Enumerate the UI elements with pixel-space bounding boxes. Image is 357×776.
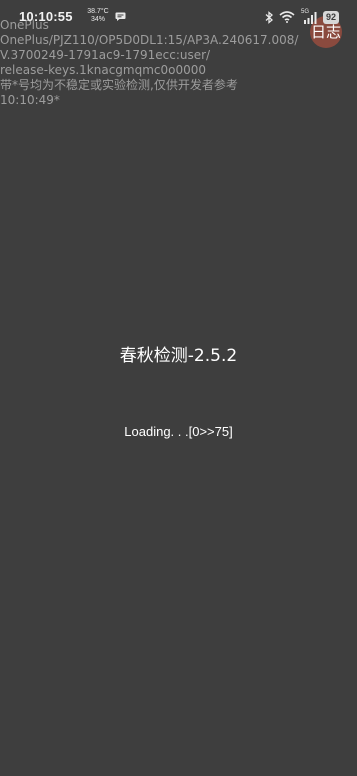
loading-status: Loading. . .[0>>75] xyxy=(124,424,233,439)
battery-level: 92 xyxy=(322,10,339,24)
build-info-line: V.3700249-1791ac9-1791ecc:user/ xyxy=(0,48,211,62)
status-time: 10:10:55 xyxy=(19,9,73,24)
battery-temperature-info: 38.7°C 34% xyxy=(86,8,110,24)
status-right-icons: 5G 92 xyxy=(265,9,339,25)
build-info-line: OnePlus/PJZ110/OP5D0DL1:15/AP3A.240617.0… xyxy=(0,33,299,47)
cellular-signal-icon: 5G xyxy=(301,9,317,24)
build-info-line: release-keys.1knacgmqmc0o0000 xyxy=(0,63,207,77)
bluetooth-icon xyxy=(265,10,273,24)
wifi-icon xyxy=(279,11,295,23)
status-bar: 10:10:55 38.7°C 34% 5G 92 xyxy=(0,0,357,34)
build-info-line: 10:10:49* xyxy=(0,93,60,107)
message-icon xyxy=(115,12,126,21)
build-info-line: 带*号均为不稳定或实验检测,仅供开发者参考 xyxy=(0,78,238,92)
app-title: 春秋检测-2.5.2 xyxy=(119,346,238,366)
battery-temperature: 38.7°C xyxy=(87,8,109,15)
battery-percent-small: 34% xyxy=(90,16,105,23)
